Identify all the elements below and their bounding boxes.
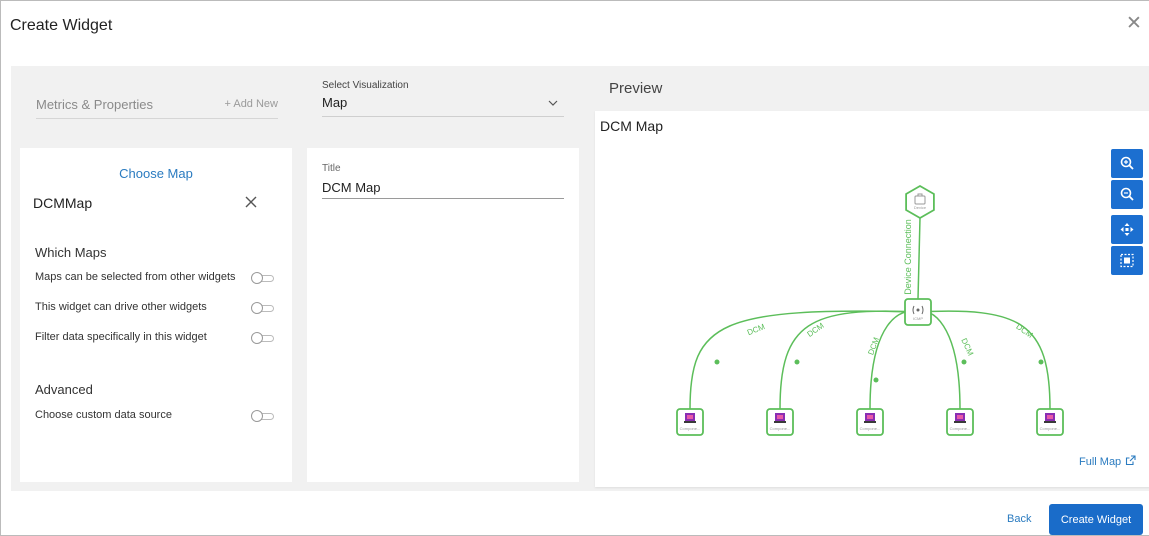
- clear-map-icon[interactable]: [242, 193, 260, 211]
- visualization-value: Map: [322, 95, 348, 110]
- component-icon-base: [774, 421, 786, 423]
- node-label: ICMP: [913, 316, 923, 321]
- edge-arrow: [961, 359, 967, 365]
- metrics-properties-row: Metrics & Properties + Add New: [36, 95, 278, 119]
- back-button[interactable]: Back: [1007, 513, 1031, 525]
- broadcast-icon: [916, 308, 920, 312]
- component-icon-base: [1044, 421, 1056, 423]
- fit-icon[interactable]: [1111, 246, 1143, 275]
- map-edge[interactable]: [917, 310, 1051, 410]
- option-label: Filter data specifically in this widget: [35, 331, 207, 343]
- option-label: Choose custom data source: [35, 409, 172, 421]
- edge-arrow: [714, 359, 720, 365]
- node-label: Compone...: [950, 426, 971, 431]
- component-icon-screen: [957, 415, 963, 419]
- component-icon-base: [864, 421, 876, 423]
- dialog-title: Create Widget: [10, 17, 113, 34]
- node-label: Device: [914, 205, 927, 210]
- edge-label: DCM: [1014, 322, 1034, 340]
- map-edge[interactable]: [917, 217, 921, 300]
- node-label: Compone...: [860, 426, 881, 431]
- component-icon-base: [684, 421, 696, 423]
- which-maps-heading: Which Maps: [35, 245, 107, 260]
- preview-label: Preview: [609, 80, 663, 97]
- metrics-label: Metrics & Properties: [36, 97, 154, 112]
- topology-map[interactable]: Device Connection DCM DCM DCM DCM DCM Device IC…: [595, 111, 1149, 487]
- component-icon-screen: [687, 415, 693, 419]
- edge-arrow: [1038, 359, 1044, 365]
- edge-label: DCM: [866, 336, 881, 357]
- drive-widgets-toggle[interactable]: [251, 302, 275, 314]
- option-label: Maps can be selected from other widgets: [35, 271, 236, 283]
- node-label: Compone...: [770, 426, 791, 431]
- edge-arrow: [794, 359, 800, 365]
- edge-arrow: [873, 377, 879, 383]
- choose-map-link[interactable]: Choose Map: [20, 166, 292, 181]
- component-icon-base: [954, 421, 966, 423]
- map-preview-panel: DCM Map Device Connection DCM DCM DCM DCM DCM…: [595, 111, 1149, 487]
- visualization-label: Select Visualization: [322, 80, 409, 91]
- filter-data-toggle[interactable]: [251, 332, 275, 344]
- advanced-heading: Advanced: [35, 382, 93, 397]
- selected-map-name: DCMMap: [33, 195, 93, 211]
- create-widget-button[interactable]: Create Widget: [1049, 504, 1143, 535]
- component-icon-screen: [1047, 415, 1053, 419]
- full-map-label: Full Map: [1079, 456, 1122, 468]
- zoom-out-icon[interactable]: [1111, 180, 1143, 209]
- option-label: This widget can drive other widgets: [35, 301, 207, 313]
- edge-label: DCM: [959, 337, 975, 358]
- map-edge[interactable]: [779, 310, 919, 410]
- maps-selectable-toggle[interactable]: [251, 272, 275, 284]
- node-label: Compone...: [1040, 426, 1061, 431]
- full-map-link[interactable]: Full Map: [1079, 455, 1136, 468]
- custom-data-source-toggle[interactable]: [251, 410, 275, 422]
- title-input[interactable]: [322, 177, 564, 199]
- map-settings-panel: Choose Map DCMMap Which Maps Maps can be…: [20, 148, 292, 482]
- close-icon[interactable]: ✕: [1123, 13, 1145, 35]
- create-widget-dialog: Create Widget ✕ Metrics & Properties + A…: [0, 0, 1149, 536]
- node-label: Compone...: [680, 426, 701, 431]
- edge-label: DCM: [806, 321, 826, 339]
- edge-label: DCM: [746, 322, 767, 337]
- title-panel: Title: [307, 148, 579, 482]
- chevron-down-icon: [548, 100, 558, 106]
- icmp-node[interactable]: [904, 298, 932, 326]
- external-link-icon: [1125, 455, 1136, 466]
- title-label: Title: [322, 163, 341, 174]
- edge-label: Device Connection: [903, 219, 913, 295]
- pan-icon[interactable]: [1111, 215, 1143, 244]
- component-icon-screen: [777, 415, 783, 419]
- map-edge[interactable]: [689, 310, 919, 410]
- visualization-select[interactable]: Map: [322, 93, 564, 117]
- add-new-link[interactable]: + Add New: [224, 98, 278, 110]
- device-node[interactable]: [905, 184, 935, 220]
- widget-editor: Metrics & Properties + Add New Select Vi…: [11, 66, 1149, 491]
- component-icon-screen: [867, 415, 873, 419]
- zoom-in-icon[interactable]: [1111, 149, 1143, 178]
